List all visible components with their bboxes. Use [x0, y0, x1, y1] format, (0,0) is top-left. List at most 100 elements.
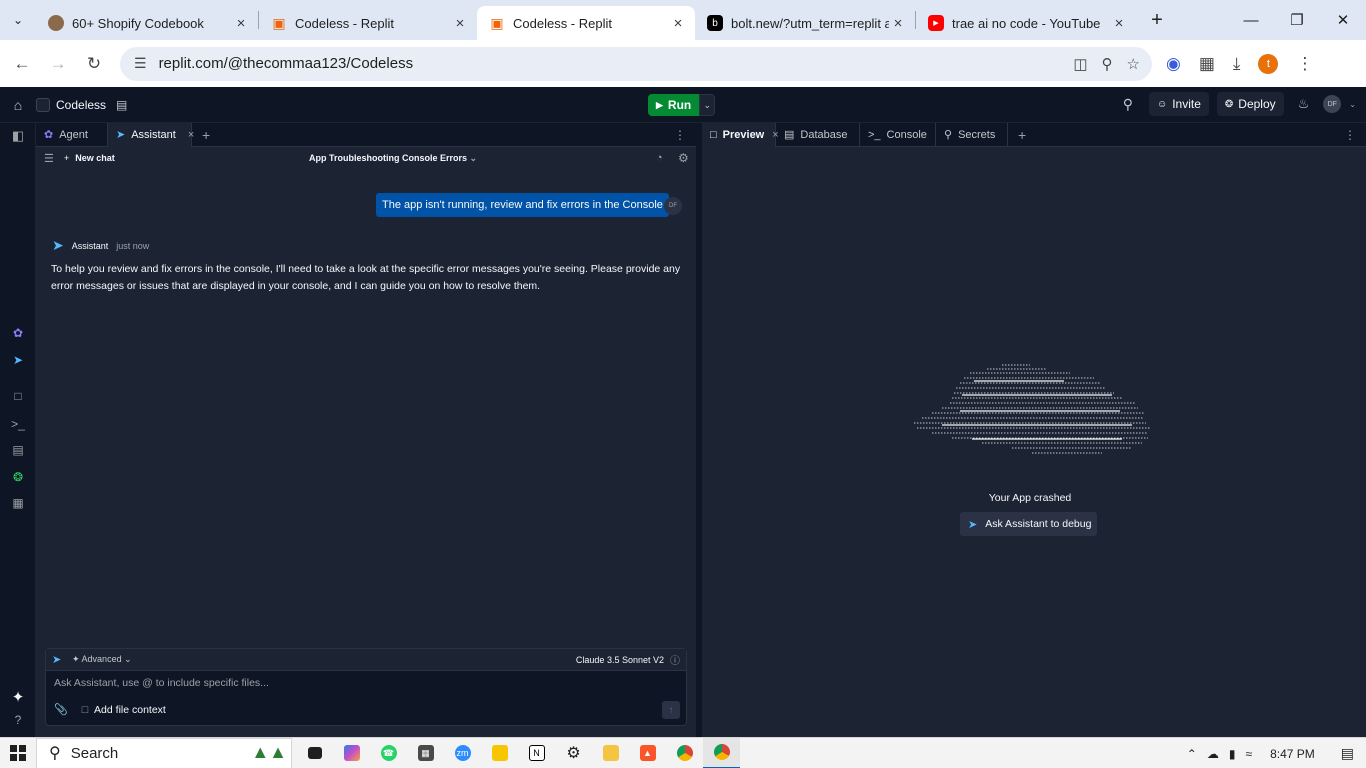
- brave-icon[interactable]: ▲: [629, 738, 666, 768]
- notification-bell-icon[interactable]: ♨: [1298, 96, 1310, 112]
- bookmark-star-icon[interactable]: ☆: [1127, 55, 1140, 73]
- restore-icon[interactable]: ❐: [1274, 0, 1320, 40]
- search-icon[interactable]: ⚲: [1123, 96, 1133, 113]
- advanced-mode-dropdown[interactable]: ✦ Advanced ⌄: [72, 654, 132, 665]
- speed-gauge-icon[interactable]: ◔: [656, 152, 663, 164]
- tab-preview[interactable]: □ Preview ×: [702, 122, 779, 147]
- calculator-icon[interactable]: ▦: [407, 738, 444, 768]
- chevron-up-icon[interactable]: ⌃: [1187, 747, 1197, 761]
- database-icon[interactable]: ▤: [0, 443, 36, 457]
- home-icon[interactable]: ⌂: [0, 97, 36, 113]
- taskbar-search-box[interactable]: ⚲ Search ▲▲: [36, 737, 292, 768]
- plus-icon: +: [64, 153, 70, 163]
- menu-kebab-icon[interactable]: ⋮: [1296, 54, 1313, 74]
- chat-input[interactable]: Ask Assistant, use @ to include specific…: [54, 677, 269, 689]
- back-icon[interactable]: ←: [4, 54, 40, 74]
- preview-icon[interactable]: □: [0, 389, 36, 403]
- wifi-icon[interactable]: ≈: [1245, 747, 1252, 761]
- browser-tab-3-active[interactable]: ▣ Codeless - Replit ×: [477, 6, 695, 40]
- browser-tab-4[interactable]: b bolt.new/?utm_term=replit a ×: [695, 6, 915, 40]
- puzzle-extensions-icon[interactable]: ▦: [1199, 54, 1215, 74]
- cloud-weather-icon[interactable]: ☁: [1207, 747, 1219, 761]
- close-icon[interactable]: ×: [1110, 15, 1128, 32]
- tab-console[interactable]: >_ Console: [860, 122, 936, 147]
- more-options-icon[interactable]: ⋮: [674, 128, 686, 142]
- model-selector[interactable]: Claude 3.5 Sonnet V2: [576, 655, 664, 665]
- close-window-icon[interactable]: ✕: [1320, 0, 1366, 40]
- invite-button[interactable]: ☺ Invite: [1148, 92, 1209, 116]
- close-icon[interactable]: ×: [669, 15, 687, 32]
- chrome-icon[interactable]: [666, 738, 703, 768]
- new-tab-button[interactable]: +: [1142, 9, 1172, 32]
- files-toggle-icon[interactable]: ◧: [0, 128, 36, 144]
- battery-icon[interactable]: ▮: [1229, 747, 1236, 761]
- user-avatar[interactable]: DF: [1323, 95, 1342, 113]
- whatsapp-icon[interactable]: ☎: [370, 738, 407, 768]
- browser-tab-1[interactable]: 60+ Shopify Codebook ×: [36, 6, 258, 40]
- add-tab-icon[interactable]: +: [1008, 127, 1036, 143]
- task-view-icon[interactable]: [296, 738, 333, 768]
- send-button[interactable]: ↑: [662, 701, 680, 719]
- tab-database[interactable]: ▤ Database: [776, 122, 860, 147]
- extension-icon[interactable]: ◉: [1166, 54, 1181, 74]
- deploy-button[interactable]: ❂ Deploy: [1216, 92, 1284, 116]
- settings-gear-icon[interactable]: ⚙: [555, 738, 592, 768]
- console-icon[interactable]: >_: [0, 417, 36, 431]
- user-avatar: DF: [664, 197, 682, 215]
- reload-icon[interactable]: ↻: [76, 54, 112, 74]
- clock[interactable]: 8:47 PM: [1270, 747, 1315, 761]
- install-app-icon[interactable]: ◫: [1073, 55, 1087, 73]
- chrome-active-icon[interactable]: [703, 737, 740, 768]
- run-button[interactable]: ▶ Run: [648, 94, 700, 116]
- more-options-icon[interactable]: ⋮: [1344, 128, 1356, 142]
- site-info-icon[interactable]: ☰: [134, 55, 147, 72]
- close-icon[interactable]: ×: [889, 15, 907, 32]
- close-icon[interactable]: ×: [232, 15, 250, 32]
- close-icon[interactable]: ×: [451, 15, 469, 32]
- zoom-app-icon[interactable]: zm: [444, 738, 481, 768]
- new-chat-button[interactable]: + New chat: [64, 153, 115, 163]
- attach-icon[interactable]: 📎: [54, 703, 68, 716]
- tab-title: Codeless - Replit: [513, 15, 612, 31]
- notion-icon[interactable]: N: [518, 738, 555, 768]
- chat-history-icon[interactable]: ☰: [44, 152, 54, 165]
- minimize-icon[interactable]: —: [1228, 0, 1274, 40]
- browser-tab-2[interactable]: ▣ Codeless - Replit ×: [259, 6, 477, 40]
- download-icon[interactable]: ⤓: [1233, 54, 1241, 74]
- right-pane-tabs: □ Preview × ▤ Database >_ Console ⚲ Secr…: [702, 122, 1366, 147]
- zoom-icon[interactable]: ⚲: [1102, 55, 1113, 73]
- replit-icon: ▣: [272, 14, 286, 31]
- agent-icon[interactable]: ✿: [0, 326, 36, 340]
- tab-search-icon[interactable]: ⌄: [0, 0, 36, 40]
- project-database-icon[interactable]: ▤: [116, 98, 127, 112]
- url-text[interactable]: replit.com/@thecommaa123/Codeless: [159, 55, 414, 72]
- run-dropdown-button[interactable]: ⌄: [699, 94, 716, 116]
- all-tools-icon[interactable]: ▦: [0, 496, 36, 510]
- ask-assistant-debug-button[interactable]: ➤ Ask Assistant to debug: [960, 512, 1098, 536]
- forward-icon[interactable]: →: [40, 54, 76, 74]
- profile-avatar[interactable]: t: [1258, 53, 1279, 74]
- deploy-rail-icon[interactable]: ❂: [0, 470, 36, 484]
- add-tab-icon[interactable]: +: [192, 127, 220, 143]
- copilot-icon[interactable]: [333, 738, 370, 768]
- add-file-context-button[interactable]: □ Add file context: [82, 704, 166, 716]
- address-bar[interactable]: ☰ replit.com/@thecommaa123/Codeless ◫ ⚲ …: [120, 46, 1152, 81]
- tab-agent[interactable]: ✿ Agent: [36, 122, 108, 147]
- gear-icon[interactable]: ⚙: [678, 151, 689, 165]
- windows-start-icon[interactable]: [0, 745, 36, 761]
- sticky-notes-icon[interactable]: [481, 738, 518, 768]
- tab-assistant[interactable]: ➤ Assistant ×: [108, 122, 194, 147]
- chat-header: ☰ + New chat App Troubleshooting Console …: [36, 147, 696, 169]
- chevron-down-icon[interactable]: ⌄: [1349, 100, 1356, 109]
- chat-title-dropdown[interactable]: App Troubleshooting Console Errors ⌄: [309, 153, 477, 164]
- help-icon[interactable]: ?: [0, 713, 36, 727]
- assistant-icon[interactable]: ➤: [0, 353, 36, 367]
- tab-secrets[interactable]: ⚲ Secrets: [936, 122, 1008, 147]
- file-explorer-icon[interactable]: [592, 738, 629, 768]
- project-name[interactable]: Codeless: [56, 98, 106, 112]
- composer-toolbar: ➤ ✦ Advanced ⌄ Claude 3.5 Sonnet V2 ⓘ: [46, 649, 686, 671]
- notifications-icon[interactable]: ▤: [1341, 745, 1354, 762]
- browser-tab-5[interactable]: ▶ trae ai no code - YouTube ×: [916, 6, 1136, 40]
- info-icon[interactable]: ⓘ: [670, 652, 680, 667]
- new-tool-plus-icon[interactable]: ✦: [0, 688, 36, 706]
